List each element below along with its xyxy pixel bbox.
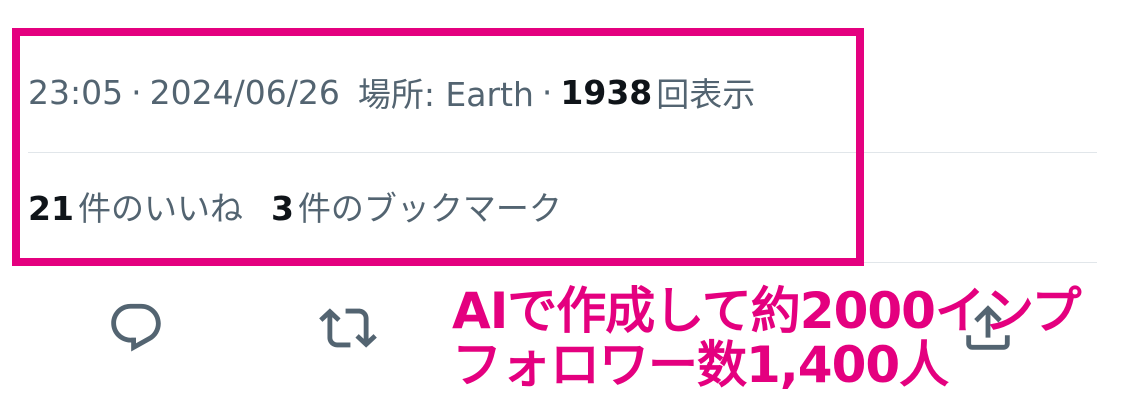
reply-button[interactable] bbox=[104, 296, 168, 360]
reply-icon bbox=[111, 303, 161, 352]
caption-line-2: フォロワー数1,400人 bbox=[452, 336, 949, 394]
retweet-icon bbox=[319, 308, 377, 348]
highlight-frame bbox=[12, 28, 864, 266]
overlay-caption: AIで作成して約2000インプ フォロワー数1,400人 bbox=[452, 282, 1081, 394]
caption-line-1: AIで作成して約2000インプ bbox=[452, 282, 1081, 340]
tweet-detail-footer: 23:05 · 2024/06/26 場所: Earth · 1938 回表示 … bbox=[0, 0, 1125, 408]
retweet-button[interactable] bbox=[316, 296, 380, 360]
